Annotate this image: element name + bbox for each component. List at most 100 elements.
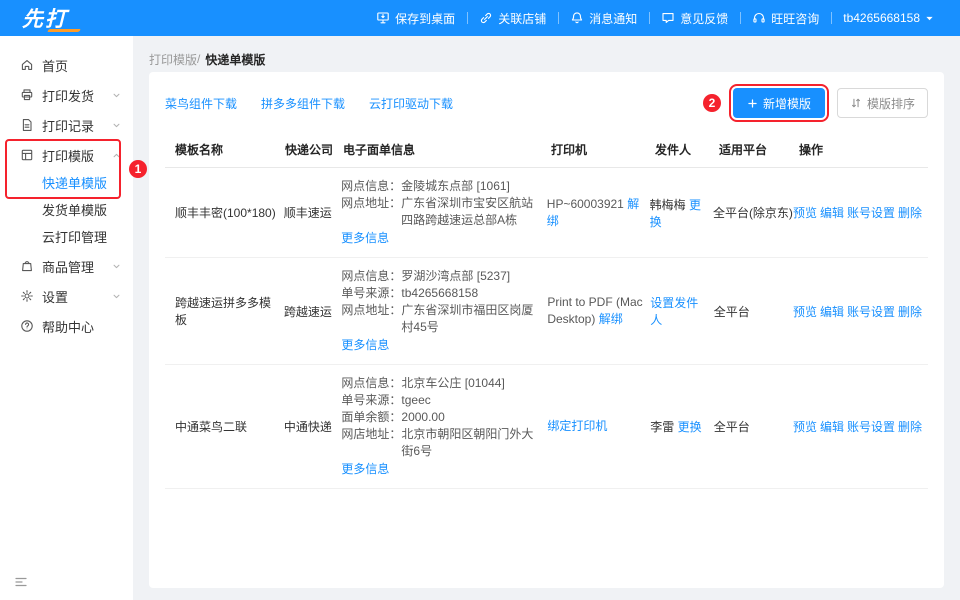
goods-icon xyxy=(20,259,34,273)
sidebar-label-print-template: 打印模版 xyxy=(42,146,112,165)
chevron-up-icon xyxy=(112,151,121,160)
col-platform: 适用平台 xyxy=(719,141,799,158)
waybill-value: 北京车公庄 [01044] xyxy=(401,375,504,392)
chevron-down-icon xyxy=(112,121,121,130)
notifications-item[interactable]: 消息通知 xyxy=(558,0,649,36)
sender-cell: 韩梅梅 更换 xyxy=(650,196,713,230)
sidebar-item-goods[interactable]: 商品管理 xyxy=(0,251,133,281)
breadcrumb-current: 快递单模版 xyxy=(205,51,265,68)
change-sender-link[interactable]: 更换 xyxy=(678,420,702,434)
express-company: 跨越速运 xyxy=(284,303,341,320)
add-template-button[interactable]: 新增模版 xyxy=(733,88,825,118)
waybill-value: 罗湖沙湾点部 [5237] xyxy=(401,268,510,285)
col-express-company: 快递公司 xyxy=(285,141,343,158)
top-header: 先打 保存到桌面 关联店铺 消息通知 意见反馈 xyxy=(0,0,960,36)
account-settings-link[interactable]: 账号设置 xyxy=(847,303,895,320)
feedback-item[interactable]: 意见反馈 xyxy=(649,0,740,36)
table-row: 跨越速运拼多多模板 跨越速运 网点信息：罗湖沙湾点部 [5237] 单号来源：t… xyxy=(165,258,928,365)
sidebar-subitem-express-template[interactable]: 快递单模版 xyxy=(0,170,133,197)
waybill-label: 网点信息： xyxy=(341,375,401,392)
bell-icon xyxy=(570,11,584,25)
plus-icon xyxy=(747,98,758,109)
express-company: 顺丰速运 xyxy=(284,204,341,221)
waybill-label: 网点信息： xyxy=(341,178,401,195)
edit-link[interactable]: 编辑 xyxy=(820,204,844,221)
breadcrumb-parent[interactable]: 打印模版 xyxy=(149,51,197,68)
bind-printer-link[interactable]: 绑定打印机 xyxy=(547,419,607,433)
printer-cell: Print to PDF (Mac Desktop) 解绑 xyxy=(547,294,650,328)
help-icon xyxy=(20,319,34,333)
sender-name: 李雷 xyxy=(650,420,674,434)
link-shop-item[interactable]: 关联店铺 xyxy=(467,0,558,36)
sender-cell: 李雷 更换 xyxy=(650,418,713,435)
cloud-driver-download-link[interactable]: 云打印驱动下载 xyxy=(369,95,453,112)
add-template-label: 新增模版 xyxy=(763,95,811,112)
printer-cell: 绑定打印机 xyxy=(547,418,650,435)
sort-templates-button[interactable]: 模版排序 xyxy=(837,88,928,118)
waybill-label: 网点地址： xyxy=(341,302,401,336)
template-icon xyxy=(20,148,34,162)
waybill-value: tgeec xyxy=(401,392,430,409)
delete-link[interactable]: 删除 xyxy=(898,204,922,221)
save-to-desktop-item[interactable]: 保存到桌面 xyxy=(364,0,467,36)
waybill-value: 金陵城东点部 [1061] xyxy=(401,178,510,195)
waybill-value: 2000.00 xyxy=(401,409,444,426)
template-name: 跨越速运拼多多模板 xyxy=(175,294,284,328)
platform: 全平台 xyxy=(714,418,793,435)
printer-cell: HP~60003921 解绑 xyxy=(547,196,650,230)
cainiao-download-link[interactable]: 菜鸟组件下载 xyxy=(165,95,237,112)
collapse-sidebar-button[interactable] xyxy=(14,575,28,592)
edit-link[interactable]: 编辑 xyxy=(820,303,844,320)
wangwang-consult-label: 旺旺咨询 xyxy=(771,10,819,27)
waybill-label: 网点地址： xyxy=(341,195,401,229)
link-shop-label: 关联店铺 xyxy=(498,10,546,27)
delete-link[interactable]: 删除 xyxy=(898,418,922,435)
chevron-down-icon xyxy=(112,262,121,271)
sidebar-item-print-ship[interactable]: 打印发货 xyxy=(0,80,133,110)
pinduoduo-download-link[interactable]: 拼多多组件下载 xyxy=(261,95,345,112)
table-row: 顺丰丰密(100*180) 顺丰速运 网点信息：金陵城东点部 [1061] 网点… xyxy=(165,168,928,258)
sort-icon xyxy=(850,97,862,109)
waybill-value: 广东省深圳市福田区岗厦村45号 xyxy=(401,302,541,336)
delete-link[interactable]: 删除 xyxy=(898,303,922,320)
breadcrumb: 打印模版/ 快递单模版 xyxy=(149,46,944,72)
printer-name: HP~60003921 xyxy=(547,197,624,211)
sidebar-subitem-shipping-template[interactable]: 发货单模版 xyxy=(0,197,133,224)
wangwang-consult-item[interactable]: 旺旺咨询 xyxy=(740,0,831,36)
save-to-desktop-label: 保存到桌面 xyxy=(395,10,455,27)
preview-link[interactable]: 预览 xyxy=(793,303,817,320)
sidebar-item-settings[interactable]: 设置 xyxy=(0,281,133,311)
waybill-value: 广东省深圳市宝安区航站四路跨越速运总部A栋 xyxy=(401,195,541,229)
sidebar-item-home[interactable]: 首页 xyxy=(0,50,133,80)
save-desktop-icon xyxy=(376,11,390,25)
waybill-label: 网店地址： xyxy=(341,426,401,460)
table-row: 中通菜鸟二联 中通快递 网点信息：北京车公庄 [01044] 单号来源：tgee… xyxy=(165,365,928,489)
sidebar-item-help-center[interactable]: 帮助中心 xyxy=(0,311,133,341)
more-info-link[interactable]: 更多信息 xyxy=(341,461,389,478)
platform: 全平台(除京东) xyxy=(713,204,793,221)
gear-icon xyxy=(20,289,34,303)
account-settings-link[interactable]: 账号设置 xyxy=(847,204,895,221)
preview-link[interactable]: 预览 xyxy=(793,418,817,435)
account-settings-link[interactable]: 账号设置 xyxy=(847,418,895,435)
waybill-info-cell: 网点信息：罗湖沙湾点部 [5237] 单号来源：tb4265668158 网点地… xyxy=(341,268,547,354)
col-printer: 打印机 xyxy=(551,141,655,158)
user-menu[interactable]: tb4265668158 xyxy=(831,0,946,36)
app-logo[interactable]: 先打 xyxy=(22,0,82,36)
sidebar-label-home: 首页 xyxy=(42,56,121,75)
caret-down-icon xyxy=(925,14,934,23)
more-info-link[interactable]: 更多信息 xyxy=(341,337,389,354)
sidebar-subitem-cloud-print[interactable]: 云打印管理 xyxy=(0,224,133,251)
platform: 全平台 xyxy=(714,303,793,320)
sidebar-item-print-template[interactable]: 打印模版 xyxy=(0,140,133,170)
preview-link[interactable]: 预览 xyxy=(793,204,817,221)
download-links: 菜鸟组件下载 拼多多组件下载 云打印驱动下载 xyxy=(165,95,453,112)
col-operations: 操作 xyxy=(799,141,928,158)
sidebar-item-print-record[interactable]: 打印记录 xyxy=(0,110,133,140)
unbind-printer-link[interactable]: 解绑 xyxy=(599,312,623,326)
edit-link[interactable]: 编辑 xyxy=(820,418,844,435)
more-info-link[interactable]: 更多信息 xyxy=(341,230,389,247)
set-sender-link[interactable]: 设置发件人 xyxy=(650,296,698,327)
sender-cell: 设置发件人 xyxy=(650,294,713,328)
toolbar: 菜鸟组件下载 拼多多组件下载 云打印驱动下载 2 新增模版 模版排序 xyxy=(165,88,928,118)
